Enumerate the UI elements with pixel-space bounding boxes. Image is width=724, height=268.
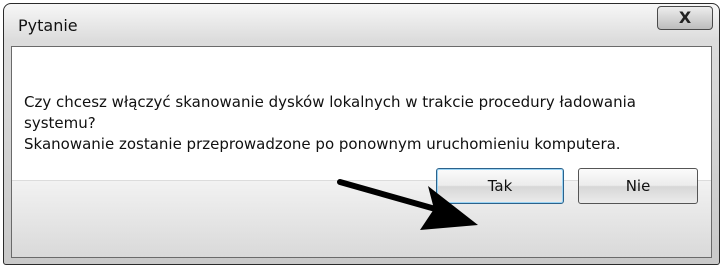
close-icon: X <box>678 8 692 27</box>
close-button[interactable]: X <box>657 6 713 30</box>
message-line-3: Skanowanie zostanie przeprowadzone po po… <box>24 135 621 153</box>
message-line-2: systemu? <box>24 114 96 132</box>
pointer-arrow-icon <box>337 179 478 230</box>
message-line-1: Czy chcesz włączyć skanowanie dysków lok… <box>24 93 636 111</box>
no-button[interactable]: Nie <box>578 168 698 204</box>
dialog-message: Czy chcesz włączyć skanowanie dysków lok… <box>24 92 694 155</box>
dialog-title: Pytanie <box>18 16 78 35</box>
question-dialog: Pytanie X Czy chcesz włączyć skanowanie … <box>3 3 720 265</box>
title-bar[interactable]: Pytanie X <box>4 4 719 46</box>
